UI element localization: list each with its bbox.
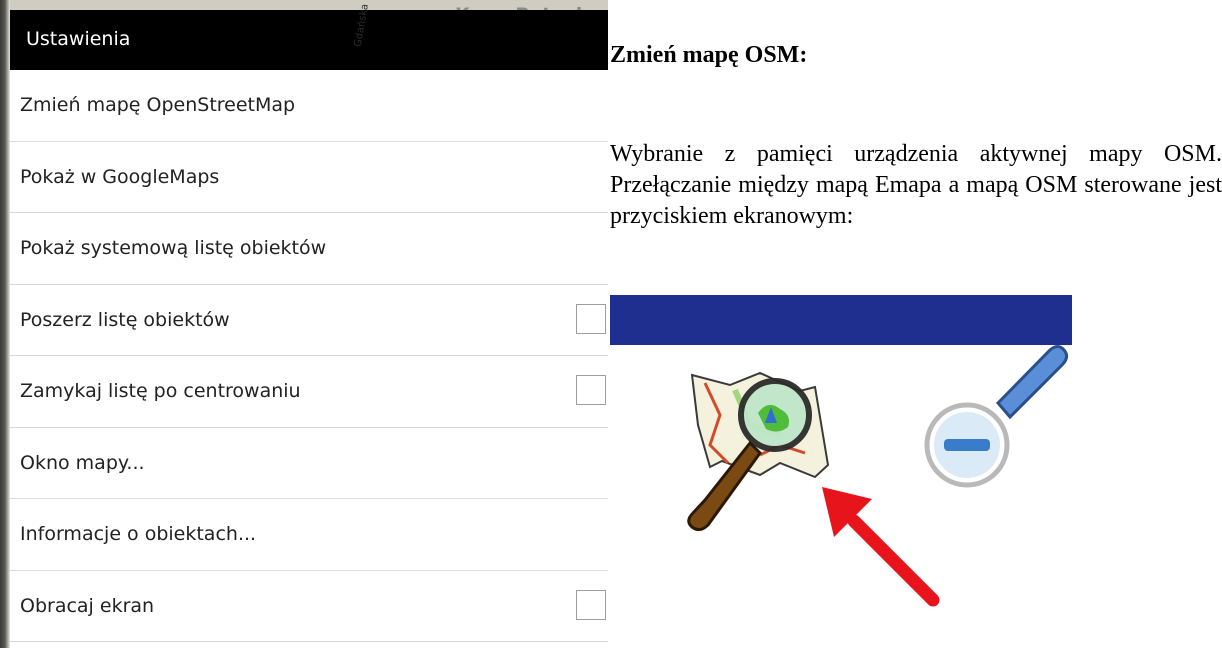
menu-item-change-osm-map[interactable]: Zmień mapę OpenStreetMap: [10, 70, 608, 142]
menu-item-label: Poszerz listę obiektów: [20, 308, 230, 331]
menu-item-label: Informacje o obiektach...: [20, 523, 257, 546]
menu-item-expand-object-list[interactable]: Poszerz listę obiektów: [10, 284, 608, 356]
menu-item-map-window[interactable]: Okno mapy...: [10, 427, 608, 499]
background-map-street-label: Gdańska: [352, 3, 371, 48]
osm-map-magnifier-icon: [687, 371, 830, 532]
expand-list-checkbox[interactable]: [576, 303, 606, 334]
rotate-screen-checkbox[interactable]: [576, 589, 606, 620]
menu-item-show-google-maps[interactable]: Pokaż w GoogleMaps: [10, 141, 608, 213]
menu-item-label: Zmień mapę OpenStreetMap: [20, 94, 296, 117]
section-heading: Zmień mapę OSM:: [610, 42, 808, 68]
document-page: Zmień mapę OSM: Wybranie z pamięci urząd…: [610, 0, 1222, 648]
settings-screenshot: Kepa Potocka Gdańska Ustawienia Zmień ma…: [0, 0, 608, 648]
settings-title-bar: Gdańska Ustawienia: [10, 3, 608, 70]
menu-item-close-list-after-centering[interactable]: Zamykaj listę po centrowaniu: [10, 356, 608, 428]
menu-item-rotate-screen[interactable]: Obracaj ekran: [10, 570, 608, 642]
close-list-checkbox[interactable]: [576, 375, 606, 406]
zoom-out-magnifier-icon: [924, 345, 1069, 488]
menu-item-object-info[interactable]: Informacje o obiektach...: [10, 499, 608, 571]
menu-item-label: Obracaj ekran: [20, 594, 155, 617]
settings-title: Ustawienia: [26, 28, 131, 50]
map-edge: [0, 0, 10, 648]
menu-item-label: Zamykaj listę po centrowaniu: [20, 380, 301, 403]
menu-item-label: Pokaż systemową listę obiektów: [20, 237, 327, 260]
menu-item-label: Okno mapy...: [20, 451, 145, 474]
button-illustration: [610, 295, 1072, 648]
red-arrow-icon: [822, 487, 940, 607]
menu-item-label: Pokaż w GoogleMaps: [20, 165, 220, 188]
toolbar-bar: [610, 295, 1072, 345]
menu-item-system-object-list[interactable]: Pokaż systemową listę obiektów: [10, 213, 608, 285]
settings-menu: Zmień mapę OpenStreetMap Pokaż w GoogleM…: [10, 70, 608, 642]
section-paragraph: Wybranie z pamięci urządzenia aktywnej m…: [610, 141, 1222, 229]
